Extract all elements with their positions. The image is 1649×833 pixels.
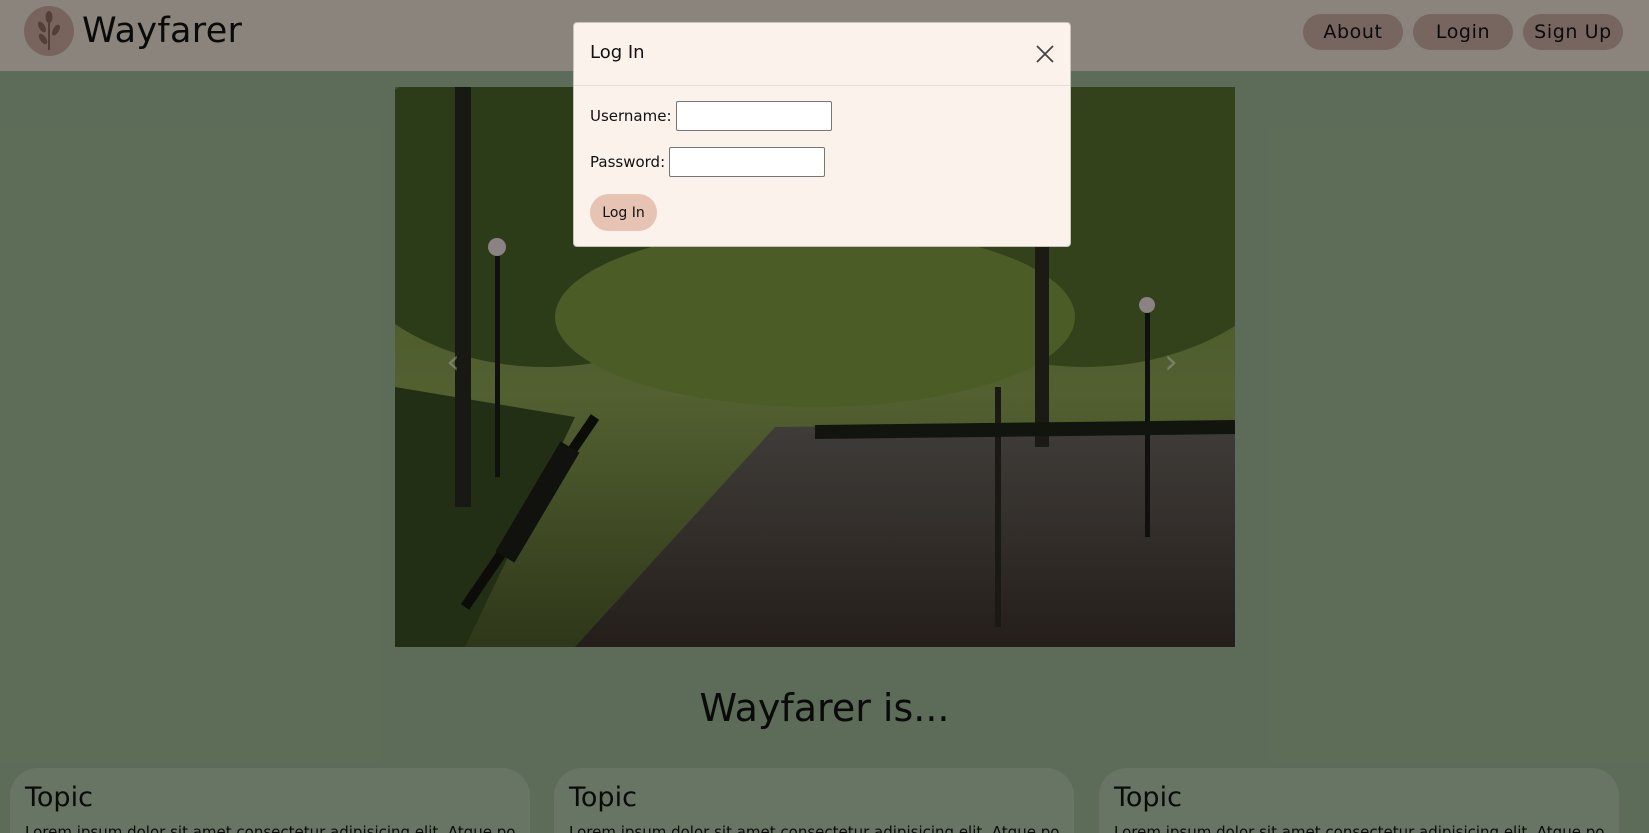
log-in-submit-button[interactable]: Log In	[590, 194, 657, 231]
password-label: Password:	[590, 153, 666, 171]
password-field[interactable]	[669, 147, 826, 177]
password-row: Password:	[590, 147, 826, 177]
username-label: Username:	[590, 107, 672, 125]
username-field[interactable]	[675, 101, 832, 131]
login-modal: Log In Username: Password: Log In	[573, 22, 1071, 247]
username-row: Username:	[590, 101, 832, 131]
modal-title: Log In	[590, 42, 645, 63]
modal-header: Log In	[574, 23, 1070, 86]
close-icon[interactable]	[1034, 43, 1056, 65]
